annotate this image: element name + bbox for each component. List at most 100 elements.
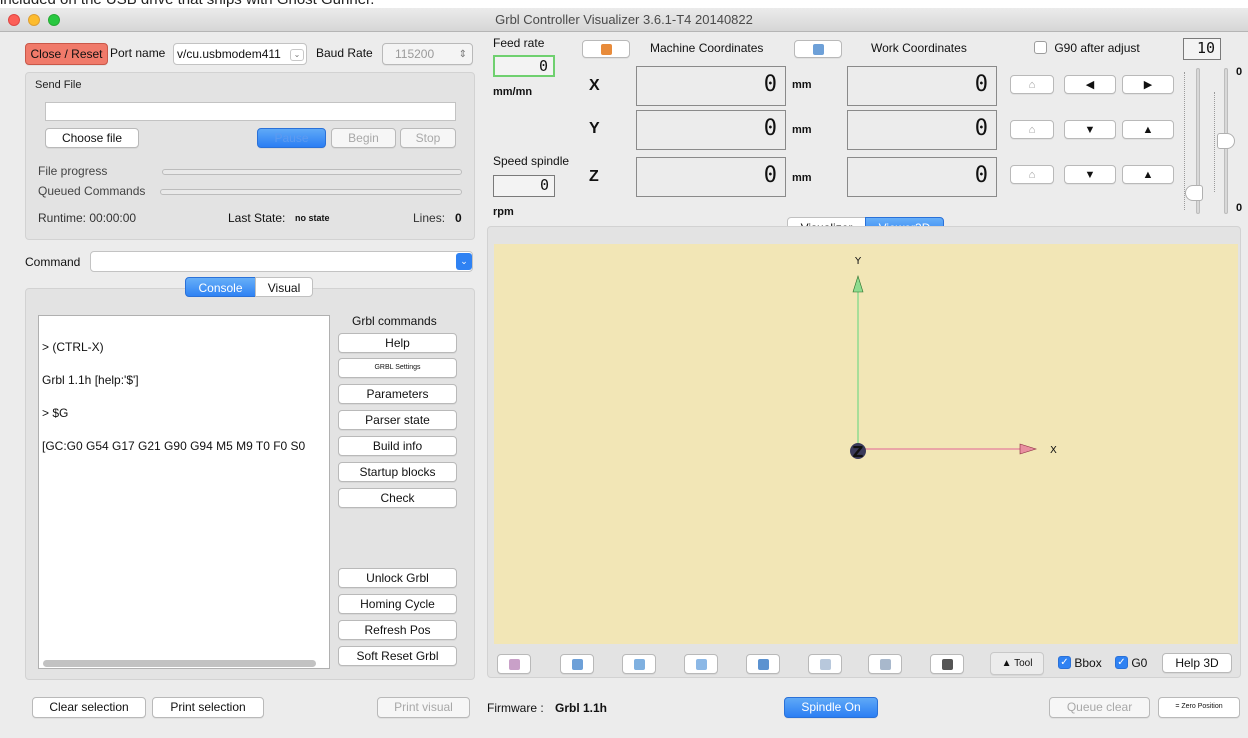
step-size-display[interactable]: 10 xyxy=(1183,38,1221,60)
bbox-label: Bbox xyxy=(1074,655,1102,670)
baud-rate-select[interactable]: 115200 ⇕ xyxy=(382,43,473,65)
soft-reset-grbl-button[interactable]: Soft Reset Grbl xyxy=(338,646,457,666)
feed-slider-thumb[interactable] xyxy=(1217,133,1235,149)
viewer3d-canvas[interactable]: Y X Z xyxy=(494,244,1238,644)
reset-work-button[interactable] xyxy=(794,40,842,58)
console-output: > (CTRL-X) Grbl 1.1h [help:'$'] > $G [GC… xyxy=(38,315,330,669)
z-axis-label: Z xyxy=(589,168,599,185)
front-view-icon[interactable] xyxy=(560,654,594,674)
pause-button[interactable]: Pause xyxy=(257,128,326,148)
command-dropdown-chevron-icon[interactable]: ⌄ xyxy=(456,253,472,270)
file-path-input[interactable] xyxy=(45,102,456,121)
homing-cycle-button[interactable]: Homing Cycle xyxy=(338,594,457,614)
x-work-display: 0 xyxy=(847,66,997,106)
command-input[interactable] xyxy=(90,251,473,272)
jog-x-plus-button[interactable]: ▶ xyxy=(1122,75,1174,94)
y-unit-label: mm xyxy=(792,124,812,136)
refresh-pos-button[interactable]: Refresh Pos xyxy=(338,620,457,640)
x-axis-label: X xyxy=(589,77,600,94)
house-icon xyxy=(600,44,612,55)
arrow-left-icon: ◀ xyxy=(1085,79,1095,91)
tab-visual[interactable]: Visual xyxy=(255,277,313,297)
firmware-value: Grbl 1.1h xyxy=(555,701,608,715)
back-view-icon[interactable] xyxy=(622,654,656,674)
jog-y-minus-button[interactable]: ▼ xyxy=(1064,120,1116,139)
home-z-button[interactable]: ⌂ xyxy=(1010,165,1054,184)
cube-icon xyxy=(812,44,824,55)
print-selection-button[interactable]: Print selection xyxy=(152,697,264,718)
help-button[interactable]: Help xyxy=(338,333,457,353)
y-axis-label: Y xyxy=(589,120,600,137)
speed-spindle-label: Speed spindle xyxy=(493,154,570,168)
slider-bottom-label: 0 xyxy=(1236,202,1243,214)
home-y-button[interactable]: ⌂ xyxy=(1010,120,1054,139)
tool-menu-button[interactable]: ▲ Tool xyxy=(990,652,1044,675)
queue-clear-button[interactable]: Queue clear xyxy=(1049,697,1150,718)
parser-state-button[interactable]: Parser state xyxy=(338,410,457,430)
check-button[interactable]: Check xyxy=(338,488,457,508)
y-work-display: 0 xyxy=(847,110,997,150)
left-view-icon[interactable] xyxy=(684,654,718,674)
speed-slider-thumb[interactable] xyxy=(1185,185,1203,201)
stop-button[interactable]: Stop xyxy=(400,128,456,148)
g0-label: G0 xyxy=(1131,655,1148,670)
feed-rate-label: Feed rate xyxy=(493,36,545,50)
top-view-icon[interactable] xyxy=(808,654,842,674)
viewer-background xyxy=(494,244,1238,644)
bottom-view-icon[interactable] xyxy=(868,654,902,674)
caption-text: included on the USB drive that ships wit… xyxy=(0,0,374,8)
right-view-icon[interactable] xyxy=(746,654,780,674)
jog-x-minus-button[interactable]: ◀ xyxy=(1064,75,1116,94)
queued-progress-bar xyxy=(160,189,462,195)
print-visual-button[interactable]: Print visual xyxy=(377,697,470,718)
spindle-on-button[interactable]: Spindle On xyxy=(784,697,878,718)
bbox-checkbox[interactable]: ✓ Bbox xyxy=(1058,655,1102,670)
chevron-down-icon: ⌄ xyxy=(290,49,304,61)
parameters-button[interactable]: Parameters xyxy=(338,384,457,404)
begin-button[interactable]: Begin xyxy=(331,128,396,148)
iso-view-icon[interactable] xyxy=(497,654,531,674)
close-reset-button[interactable]: Close / Reset xyxy=(25,43,108,65)
grbl-commands-title: Grbl commands xyxy=(352,314,437,328)
y-machine-display: 0 xyxy=(636,110,786,150)
stepper-icon: ⇕ xyxy=(458,49,467,60)
g90-checkbox-label: G90 after adjust xyxy=(1054,40,1140,55)
x-axis-text: X xyxy=(1050,445,1057,456)
arrow-down-icon: ▼ xyxy=(1084,124,1096,136)
home-icon: ⌂ xyxy=(1028,169,1036,181)
unlock-grbl-button[interactable]: Unlock Grbl xyxy=(338,568,457,588)
choose-file-button[interactable]: Choose file xyxy=(45,128,139,148)
lines-label: Lines: xyxy=(413,211,446,225)
g90-after-adjust-checkbox[interactable]: G90 after adjust xyxy=(1034,40,1140,55)
z-machine-display: 0 xyxy=(636,157,786,197)
home-x-button[interactable]: ⌂ xyxy=(1010,75,1054,94)
clear-selection-button[interactable]: Clear selection xyxy=(32,697,146,718)
startup-blocks-button[interactable]: Startup blocks xyxy=(338,462,457,482)
slider-top-label: 0 xyxy=(1236,66,1243,78)
g0-checkmark-icon[interactable]: ✓ xyxy=(1115,656,1128,670)
console-line: > $G xyxy=(42,406,69,420)
tab-console[interactable]: Console xyxy=(185,277,256,297)
arrow-down-icon: ▼ xyxy=(1084,169,1096,181)
tool-view-icon[interactable] xyxy=(930,654,964,674)
console-scrollbar[interactable] xyxy=(43,660,316,667)
jog-z-plus-button[interactable]: ▲ xyxy=(1122,165,1174,184)
firmware-label: Firmware : xyxy=(487,701,544,715)
triangle-icon: ▲ xyxy=(1001,658,1012,669)
g0-checkbox[interactable]: ✓ G0 xyxy=(1115,655,1147,670)
last-state-value: no state xyxy=(295,213,330,223)
zero-position-button[interactable]: = Zero Position xyxy=(1158,697,1240,718)
help-3d-button[interactable]: Help 3D xyxy=(1162,653,1232,673)
build-info-button[interactable]: Build info xyxy=(338,436,457,456)
home-machine-button[interactable] xyxy=(582,40,630,58)
port-select[interactable]: v/cu.usbmodem411 ⌄ xyxy=(173,43,307,65)
bbox-checkmark-icon[interactable]: ✓ xyxy=(1058,656,1071,670)
grbl-settings-button[interactable]: GRBL Settings xyxy=(338,358,457,378)
last-state-label: Last State: xyxy=(228,211,286,225)
console-tab-bar: Console Visual xyxy=(185,277,313,297)
g90-checkbox-box[interactable] xyxy=(1034,41,1047,55)
jog-y-plus-button[interactable]: ▲ xyxy=(1122,120,1174,139)
jog-z-minus-button[interactable]: ▼ xyxy=(1064,165,1116,184)
z-axis-text: Z xyxy=(853,443,864,461)
arrow-up-icon: ▲ xyxy=(1142,169,1154,181)
